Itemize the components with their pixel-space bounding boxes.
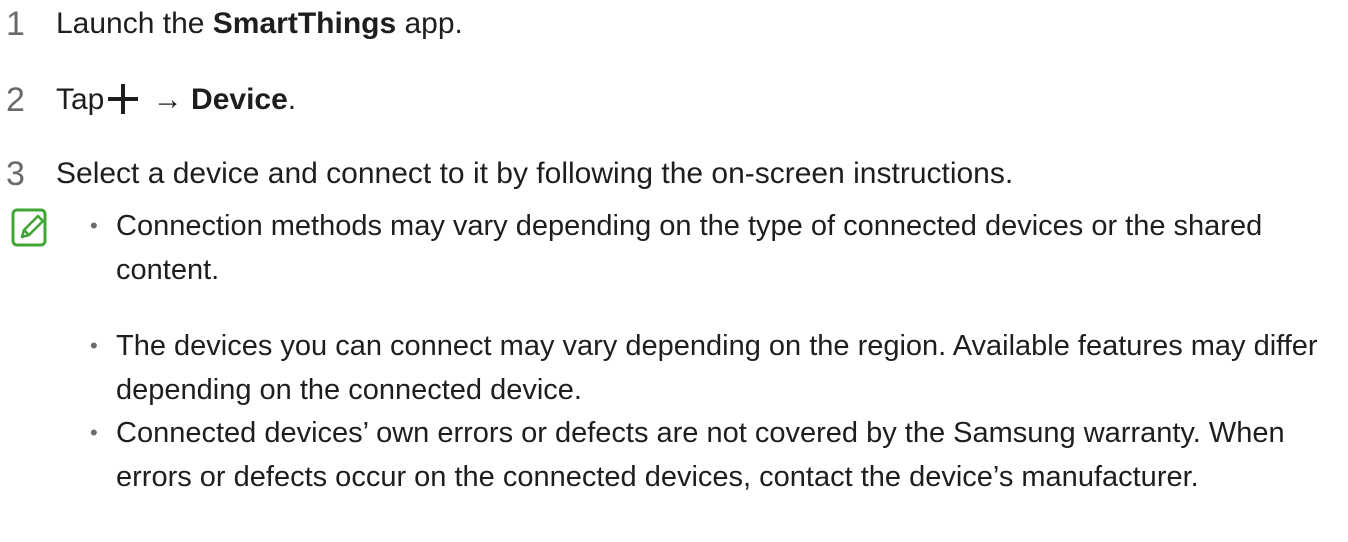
note-text: Connected devices’ own errors or defects…	[116, 417, 1285, 493]
app-name: SmartThings	[212, 7, 397, 40]
menu-option: Device	[191, 83, 288, 116]
note-bullet: • Connection methods may vary depending …	[90, 204, 1336, 292]
step-number: 2	[6, 81, 25, 119]
bullet-dot: •	[90, 333, 98, 358]
note-bullet: • Connected devices’ own errors or defec…	[90, 411, 1336, 499]
note-icon	[11, 208, 47, 247]
step-text: Tap → Device.	[56, 83, 297, 116]
step-text: Launch the SmartThings app.	[56, 7, 463, 40]
step-number: 1	[6, 5, 25, 43]
step-number: 3	[6, 155, 25, 193]
bullet-dot: •	[90, 213, 98, 238]
note-bullet: • The devices you can connect may vary d…	[90, 324, 1336, 412]
note-text: Connection methods may vary depending on…	[116, 210, 1263, 286]
note-text: The devices you can connect may vary dep…	[116, 330, 1318, 406]
bullet-dot: •	[90, 420, 98, 445]
add-icon	[108, 84, 139, 114]
arrow-text: →	[144, 83, 192, 116]
step-text: Select a device and connect to it by fol…	[56, 157, 1014, 190]
